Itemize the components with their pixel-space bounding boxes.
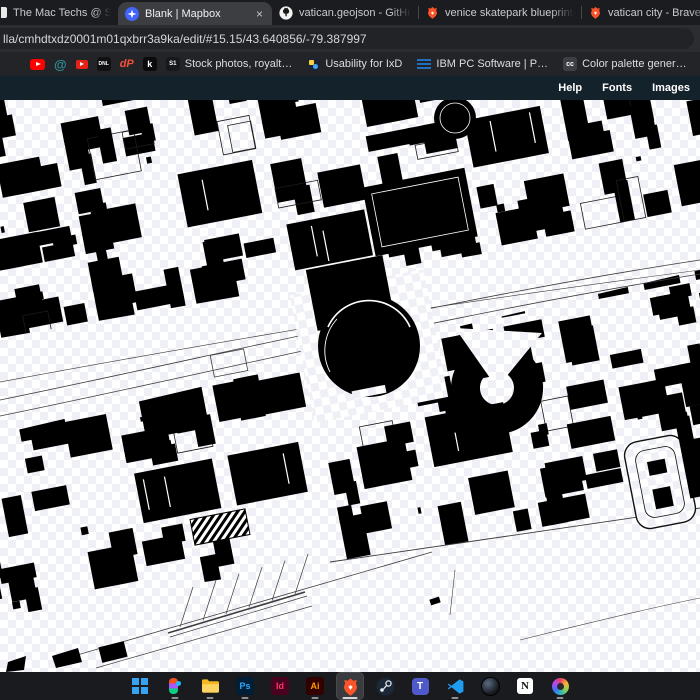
teams-icon: T [411, 677, 429, 695]
tab[interactable]: venice skatepark blueprints - Brave Sear… [419, 0, 581, 25]
bookmark-teal[interactable]: @ [54, 58, 67, 71]
brave-icon [589, 6, 602, 19]
tab-close-button[interactable]: × [254, 7, 265, 21]
vscode-icon [446, 677, 465, 696]
s1-icon: S1 [165, 57, 180, 71]
bookmark-label: Stock photos, royalt… [184, 58, 293, 70]
map-canvas[interactable] [0, 100, 700, 672]
tab-title: The Mac Techs @ Sheridan :: La [13, 6, 111, 19]
running-indicator [311, 697, 319, 699]
indesign-icon: Id [271, 677, 289, 695]
running-indicator [451, 697, 459, 699]
taskbar-vscode-button[interactable] [442, 673, 468, 699]
bookmark-youtube[interactable] [30, 58, 45, 70]
taskbar-figma-button[interactable] [162, 673, 188, 699]
tab[interactable]: The Mac Techs @ Sheridan :: La [0, 0, 118, 25]
tab-title: venice skatepark blueprints - Brave Sear… [445, 6, 574, 19]
dnl-icon: DNL [96, 57, 111, 71]
camera-icon [480, 676, 500, 696]
mapbox-studio-header: Help Fonts Images [0, 76, 700, 100]
running-indicator [342, 697, 358, 699]
running-indicator [171, 697, 179, 699]
mapbox-icon [125, 6, 139, 21]
figure-ground-map [0, 100, 700, 672]
taskbar-notion-button[interactable]: N [512, 673, 538, 699]
illustrator-icon: Ai [306, 677, 324, 695]
roy-thomson-hall-circle [318, 295, 420, 397]
bookmark-ixd[interactable]: Usability for IxD [307, 57, 403, 71]
explorer-icon [201, 678, 220, 694]
running-indicator [241, 697, 249, 699]
bookmark-dp[interactable]: dP [119, 57, 134, 70]
tab-title: Blank | Mapbox [145, 7, 221, 20]
browser-window: The Mac Techs @ Sheridan :: La Blank | Ma… [0, 0, 700, 700]
github-icon [279, 5, 293, 20]
brave-icon [426, 6, 439, 19]
bookmark-label: IBM PC Software | P… [436, 58, 549, 70]
taskbar: Ps Id Ai T N [0, 672, 700, 700]
address-bar-row: lla/cmhdtxdz0001m01qxbrr3a9ka/edit/#15.1… [0, 25, 700, 52]
menu-item-fonts[interactable]: Fonts [602, 82, 632, 94]
dp-icon: dP [119, 57, 134, 70]
ixd-icon [307, 57, 321, 71]
taskbar-photoshop-button[interactable]: Ps [232, 673, 258, 699]
brave-lion-icon [341, 677, 360, 696]
taskbar-illustrator-button[interactable]: Ai [302, 673, 328, 699]
teal-icon: @ [54, 56, 67, 72]
running-indicator [206, 697, 214, 699]
notion-icon: N [517, 678, 533, 694]
start-icon [132, 678, 148, 694]
address-bar[interactable]: lla/cmhdtxdz0001m01qxbrr3a9ka/edit/#15.1… [0, 28, 694, 49]
taskbar-indesign-button[interactable]: Id [267, 673, 293, 699]
url-text: lla/cmhdtxdz0001m01qxbrr3a9ka/edit/#15.1… [3, 31, 367, 46]
ibm-icon [417, 59, 432, 69]
tab-title: vatican city - Brave Search [608, 6, 700, 19]
bookmarks-bar: @ DNL dP k S1 Stock photos, royalt… Usability … [0, 52, 700, 76]
taskbar-brave-button[interactable] [336, 672, 364, 700]
tab-title: vatican.geojson - GitHub [299, 6, 411, 19]
bookmark-k[interactable]: k [142, 57, 157, 71]
menu-item-images[interactable]: Images [652, 82, 690, 94]
tab[interactable]: vatican city - Brave Search [582, 0, 700, 25]
taskbar-camera-button[interactable] [477, 673, 503, 699]
bookmark-dnl[interactable]: DNL [96, 57, 111, 71]
tab-active[interactable]: Blank | Mapbox × [118, 2, 272, 25]
bookmark-ibm[interactable]: IBM PC Software | P… [417, 58, 548, 70]
taskbar-explorer-button[interactable] [197, 673, 223, 699]
k-icon: k [142, 57, 157, 71]
figma-icon [169, 678, 181, 694]
photoshop-icon: Ps [236, 677, 254, 695]
steam-icon [376, 677, 395, 696]
tab-strip: The Mac Techs @ Sheridan :: La Blank | Ma… [0, 0, 700, 25]
menu-item-help[interactable]: Help [558, 82, 582, 94]
bookmark-label: Color palette gener… [582, 58, 687, 70]
bookmark-label: Usability for IxD [325, 58, 403, 70]
youtube-small-icon [75, 59, 88, 69]
tab[interactable]: vatican.geojson - GitHub [272, 0, 418, 25]
mapbox-menu: Help Fonts Images [558, 82, 690, 94]
bookmark-cc[interactable]: cc Color palette gener… [563, 57, 687, 71]
youtube-icon [30, 58, 45, 70]
bookmark-s1[interactable]: S1 Stock photos, royalt… [165, 57, 293, 71]
cc-icon: cc [563, 57, 578, 71]
photos-icon [551, 677, 569, 695]
taskbar-start-button[interactable] [127, 673, 153, 699]
bookmark-youtube-small[interactable] [75, 59, 88, 69]
running-indicator [556, 697, 564, 699]
taskbar-photos-button[interactable] [547, 673, 573, 699]
taskbar-teams-button[interactable]: T [407, 673, 433, 699]
taskbar-steam-button[interactable] [372, 673, 398, 699]
